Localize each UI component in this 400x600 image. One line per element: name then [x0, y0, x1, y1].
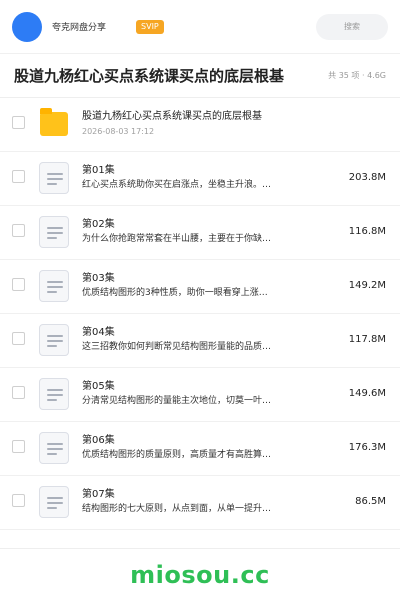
list-item[interactable]: 第06集 优质结构图形的质量原则，高质量才有高胜算… 176.3M: [0, 422, 400, 476]
file-name: 第02集: [82, 219, 115, 230]
file-description: 为什么你抢跑常常套在半山腰，主要在于你缺…: [82, 234, 272, 244]
file-size: 116.8M: [348, 226, 386, 237]
document-icon: [38, 324, 70, 356]
list-item[interactable]: 第07集 结构图形的七大原则，从点到面，从单一提升… 86.5M: [0, 476, 400, 530]
list-item[interactable]: 第02集 为什么你抢跑常常套在半山腰，主要在于你缺… 116.8M: [0, 206, 400, 260]
list-item[interactable]: 第01集 红心买点系统助你买在启涨点，坐稳主升浪。… 203.8M: [0, 152, 400, 206]
select-checkbox[interactable]: [12, 332, 25, 345]
document-icon: [38, 162, 70, 194]
avatar[interactable]: [12, 11, 42, 42]
list-item-folder[interactable]: 股道九杨红心买点系统课买点的底层根基 2026-08-03 17:12: [0, 98, 400, 152]
file-name: 第05集: [82, 381, 115, 392]
folder-icon: [38, 108, 70, 140]
svip-badge: SVIP: [136, 19, 164, 34]
share-meta: 共 35 项 · 4.6G: [328, 71, 386, 80]
file-size: 176.3M: [348, 442, 386, 453]
select-checkbox[interactable]: [12, 386, 25, 399]
select-checkbox[interactable]: [12, 224, 25, 237]
file-size: 86.5M: [355, 496, 386, 507]
file-description: 这三招教你如何判断常见结构图形量能的品质…: [82, 342, 272, 352]
select-checkbox[interactable]: [12, 278, 25, 291]
document-icon: [38, 432, 70, 464]
document-icon: [38, 378, 70, 410]
document-icon: [38, 216, 70, 248]
file-description: 优质结构图形的3种性质，助你一眼看穿上涨…: [82, 288, 268, 298]
file-name: 第06集: [82, 435, 115, 446]
file-list: 股道九杨红心买点系统课买点的底层根基 2026-08-03 17:12 第01集…: [0, 98, 400, 530]
file-name: 第04集: [82, 327, 115, 338]
file-description: 优质结构图形的质量原则，高质量才有高胜算…: [82, 450, 272, 460]
file-size: 149.6M: [348, 388, 386, 399]
file-size: 149.2M: [348, 280, 386, 291]
folder-name: 股道九杨红心买点系统课买点的底层根基: [82, 111, 262, 122]
page-title: 股道九杨红心买点系统课买点的底层根基: [14, 67, 285, 85]
site-watermark: miosou.cc: [130, 560, 270, 589]
search-input[interactable]: 搜索: [316, 13, 388, 40]
file-size: 203.8M: [348, 172, 386, 183]
file-description: 结构图形的七大原则，从点到面，从单一提升…: [82, 504, 272, 514]
file-description: 红心买点系统助你买在启涨点，坐稳主升浪。…: [82, 180, 272, 190]
footer: miosou.cc: [0, 548, 400, 600]
folder-date: 2026-08-03 17:12: [82, 127, 155, 136]
file-name: 第07集: [82, 489, 115, 500]
list-item[interactable]: 第04集 这三招教你如何判断常见结构图形量能的品质… 117.8M: [0, 314, 400, 368]
document-icon: [38, 486, 70, 518]
select-checkbox[interactable]: [12, 440, 25, 453]
select-checkbox[interactable]: [12, 494, 25, 507]
file-name: 第01集: [82, 165, 115, 176]
file-size: 117.8M: [348, 334, 386, 345]
owner-name[interactable]: 夸克网盘分享: [52, 20, 106, 33]
list-item[interactable]: 第05集 分清常见结构图形的量能主次地位，切莫一叶… 149.6M: [0, 368, 400, 422]
file-description: 分清常见结构图形的量能主次地位，切莫一叶…: [82, 396, 272, 406]
document-icon: [38, 270, 70, 302]
select-checkbox[interactable]: [12, 170, 25, 183]
share-title-row: 股道九杨红心买点系统课买点的底层根基 共 35 项 · 4.6G: [0, 54, 400, 98]
top-bar: 夸克网盘分享 SVIP 搜索: [0, 0, 400, 54]
select-checkbox[interactable]: [12, 116, 25, 129]
list-item[interactable]: 第03集 优质结构图形的3种性质，助你一眼看穿上涨… 149.2M: [0, 260, 400, 314]
file-name: 第03集: [82, 273, 115, 284]
